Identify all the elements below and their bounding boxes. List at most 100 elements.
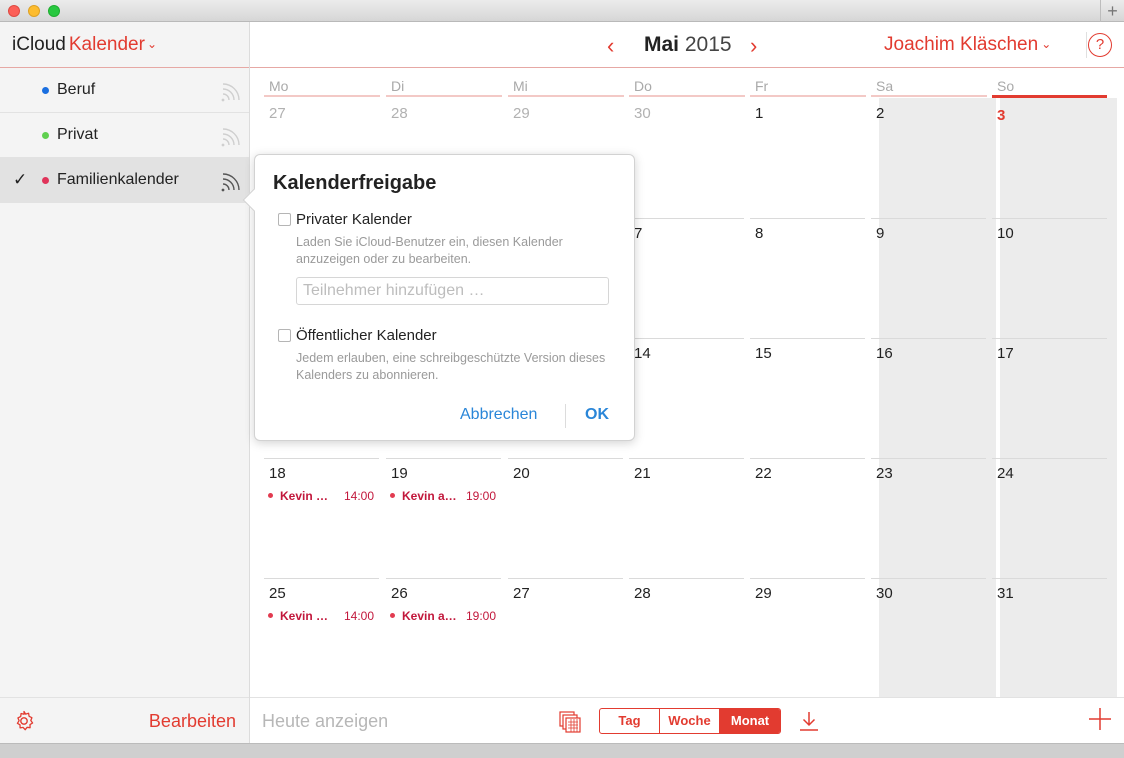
calendar-item-privat[interactable]: Privat	[0, 113, 249, 158]
calendar-item-familienkalender[interactable]: ✓ Familienkalender	[0, 158, 249, 203]
edit-button[interactable]: Bearbeiten	[149, 711, 236, 732]
weekday-label: Mo	[269, 78, 289, 94]
day-cell[interactable]: 19	[386, 458, 501, 578]
day-cell[interactable]: 27	[508, 578, 623, 698]
day-cell[interactable]: 9	[871, 218, 986, 338]
weekday-label: Sa	[876, 78, 894, 94]
day-cell[interactable]: 7	[629, 218, 744, 338]
day-cell[interactable]: 10	[992, 218, 1107, 338]
weekday-label: Mi	[513, 78, 528, 94]
day-cell[interactable]: 31	[992, 578, 1107, 698]
day-cell[interactable]: 21	[629, 458, 744, 578]
day-cell[interactable]: 24	[992, 458, 1107, 578]
event-title: Kevin …	[280, 489, 329, 503]
day-cell[interactable]: 29	[750, 578, 865, 698]
calendar-color-dot	[42, 177, 49, 184]
checkmark-icon: ✓	[13, 170, 28, 189]
event-item[interactable]: Kevin a… 19:00	[390, 608, 496, 624]
day-cell[interactable]: 2	[871, 98, 986, 218]
day-number: 30	[876, 585, 893, 602]
day-number: 20	[513, 465, 530, 482]
add-participant-input[interactable]	[296, 277, 609, 305]
day-number: 2	[876, 105, 885, 122]
day-number: 17	[997, 345, 1014, 362]
day-cell[interactable]: 23	[871, 458, 986, 578]
day-number: 26	[391, 585, 408, 602]
event-title: Kevin a…	[402, 609, 457, 623]
window-close-button[interactable]	[8, 5, 20, 17]
public-calendar-label[interactable]: Öffentlicher Kalender	[296, 327, 437, 344]
day-cell[interactable]: 14	[629, 338, 744, 458]
day-cell[interactable]: 15	[750, 338, 865, 458]
day-number: 23	[876, 465, 893, 482]
chevron-down-icon: ⌄	[146, 37, 157, 51]
event-item[interactable]: Kevin … 14:00	[268, 608, 374, 624]
day-cell[interactable]: 30	[629, 98, 744, 218]
weekday-underline	[750, 95, 866, 97]
next-month-button[interactable]: ›	[750, 33, 757, 59]
window-minimize-button[interactable]	[28, 5, 40, 17]
header-divider	[1086, 32, 1087, 58]
day-cell[interactable]: 20	[508, 458, 623, 578]
weekday-underline	[386, 95, 502, 97]
day-cell[interactable]: 17	[992, 338, 1107, 458]
day-cell[interactable]: 30	[871, 578, 986, 698]
day-cell[interactable]: 3	[992, 98, 1107, 218]
calendar-item-beruf[interactable]: Beruf	[0, 68, 249, 113]
previous-month-button[interactable]: ‹	[607, 33, 614, 59]
event-time: 14:00	[343, 489, 374, 503]
day-cell[interactable]: 26	[386, 578, 501, 698]
day-cell[interactable]: 16	[871, 338, 986, 458]
event-item[interactable]: Kevin a… 19:00	[390, 488, 496, 504]
event-title: Kevin …	[280, 609, 329, 623]
show-today-button[interactable]: Heute anzeigen	[262, 711, 388, 732]
day-cell[interactable]: 8	[750, 218, 865, 338]
view-month-button[interactable]: Monat	[720, 709, 780, 733]
cancel-button[interactable]: Abbrechen	[460, 406, 537, 424]
weekday-underline	[508, 95, 624, 97]
private-calendar-checkbox[interactable]	[278, 213, 291, 226]
day-number: 30	[634, 105, 651, 122]
chevron-down-icon: ⌄	[1041, 37, 1052, 51]
day-number: 22	[755, 465, 772, 482]
popover-title: Kalenderfreigabe	[273, 172, 437, 194]
bottom-toolbar: Heute anzeigen Tag Woche Monat	[250, 697, 1124, 743]
day-number: 31	[997, 585, 1014, 602]
user-name: Joachim Kläschen	[884, 34, 1039, 55]
download-icon[interactable]	[797, 709, 821, 733]
app-name: Kalender	[68, 34, 145, 55]
event-color-dot	[268, 493, 273, 498]
day-number: 27	[269, 105, 286, 122]
day-cell[interactable]: 1	[750, 98, 865, 218]
day-cell[interactable]: 28	[629, 578, 744, 698]
public-calendar-checkbox[interactable]	[278, 329, 291, 342]
event-color-dot	[390, 613, 395, 618]
view-switcher: Tag Woche Monat	[599, 708, 781, 734]
calendar-app: iCloud Kalender ⌄ Beruf Privat ✓ Familienk…	[0, 22, 1124, 743]
day-cell[interactable]: 25	[264, 578, 379, 698]
day-number: 18	[269, 465, 286, 482]
add-event-icon[interactable]	[1088, 707, 1112, 731]
view-day-button[interactable]: Tag	[600, 709, 660, 733]
weekday-label: Di	[391, 78, 405, 94]
calendar-color-dot	[42, 132, 49, 139]
calendar-list-icon[interactable]	[559, 711, 581, 733]
app-switcher[interactable]: iCloud Kalender ⌄	[0, 22, 249, 68]
gear-icon[interactable]	[12, 709, 36, 733]
day-cell[interactable]: 22	[750, 458, 865, 578]
private-calendar-label[interactable]: Privater Kalender	[296, 211, 412, 228]
ok-button[interactable]: OK	[585, 406, 609, 424]
share-broadcast-icon[interactable]	[220, 169, 244, 193]
day-cell[interactable]: 18	[264, 458, 379, 578]
sidebar-footer: Bearbeiten	[0, 697, 249, 743]
event-color-dot	[268, 613, 273, 618]
view-week-button[interactable]: Woche	[660, 709, 720, 733]
event-item[interactable]: Kevin … 14:00	[268, 488, 374, 504]
share-broadcast-icon[interactable]	[220, 79, 244, 103]
share-broadcast-icon[interactable]	[220, 124, 244, 148]
account-menu[interactable]: Joachim Kläschen ⌄	[884, 34, 1051, 56]
new-tab-icon[interactable]: +	[1100, 0, 1124, 22]
help-button[interactable]: ?	[1088, 33, 1112, 57]
window-zoom-button[interactable]	[48, 5, 60, 17]
icloud-brand: iCloud	[12, 34, 66, 55]
